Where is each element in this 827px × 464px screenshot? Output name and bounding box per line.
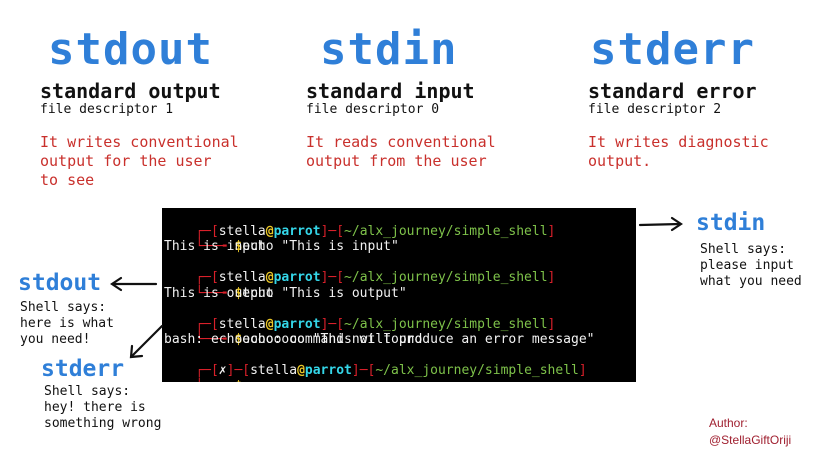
output-line: This is output xyxy=(164,285,274,301)
stdin-descriptor: file descriptor 0 xyxy=(306,102,440,117)
prompt-line: ┌─[✗]─[stella@parrot]─[~/alx_journey/sim… xyxy=(195,363,587,378)
stdin-description: It reads conventional output from the us… xyxy=(306,133,496,170)
stdout-callout-text: Shell says: here is what you need! xyxy=(20,300,114,347)
prompt-line: ┌─[stella@parrot]─[~/alx_journey/simple_… xyxy=(195,270,556,285)
output-line: This is input xyxy=(164,239,266,254)
stderr-description: It writes diagnostic output. xyxy=(588,133,769,170)
stdout-description: It writes conventional output for the us… xyxy=(40,133,239,189)
stderr-arrow xyxy=(129,324,164,359)
stderr-heading: stderr xyxy=(590,24,755,75)
prompt-line: ┌─[stella@parrot]─[~/alx_journey/simple_… xyxy=(195,316,556,332)
stdin-callout-text: Shell says: please input what you need xyxy=(700,242,802,289)
error-output-line: bash: echooooo: command not found xyxy=(164,332,423,347)
stdout-subtitle: standard output xyxy=(40,79,221,103)
stdout-callout-title: stdout xyxy=(18,270,102,296)
author-label: Author: xyxy=(709,416,748,430)
prompt-line: ┌─[stella@parrot]─[~/alx_journey/simple_… xyxy=(195,223,556,239)
command-line: └──╼ $echooooo "This will produce an err… xyxy=(195,332,595,347)
stdout-heading: stdout xyxy=(48,24,213,75)
stderr-descriptor: file descriptor 2 xyxy=(588,102,722,117)
stdin-callout-title: stdin xyxy=(696,210,766,236)
stdin-arrow xyxy=(638,216,683,232)
stderr-subtitle: standard error xyxy=(588,79,757,103)
command-line: └──╼ $echo "This is output" xyxy=(195,285,407,301)
stdin-heading: stdin xyxy=(320,24,458,75)
command-line: └──╼ $echo "This is input" xyxy=(195,239,399,254)
stderr-callout-text: Shell says: hey! there is something wron… xyxy=(44,384,162,431)
stdin-subtitle: standard input xyxy=(306,79,475,103)
terminal-window: ┌─[stella@parrot]─[~/alx_journey/simple_… xyxy=(162,208,636,382)
stdout-descriptor: file descriptor 1 xyxy=(40,102,174,117)
stdout-arrow xyxy=(110,276,158,292)
author-handle: @StellaGiftOriji xyxy=(709,433,792,447)
command-line: └──╼ $ xyxy=(164,363,242,383)
stderr-callout-title: stderr xyxy=(41,356,125,382)
